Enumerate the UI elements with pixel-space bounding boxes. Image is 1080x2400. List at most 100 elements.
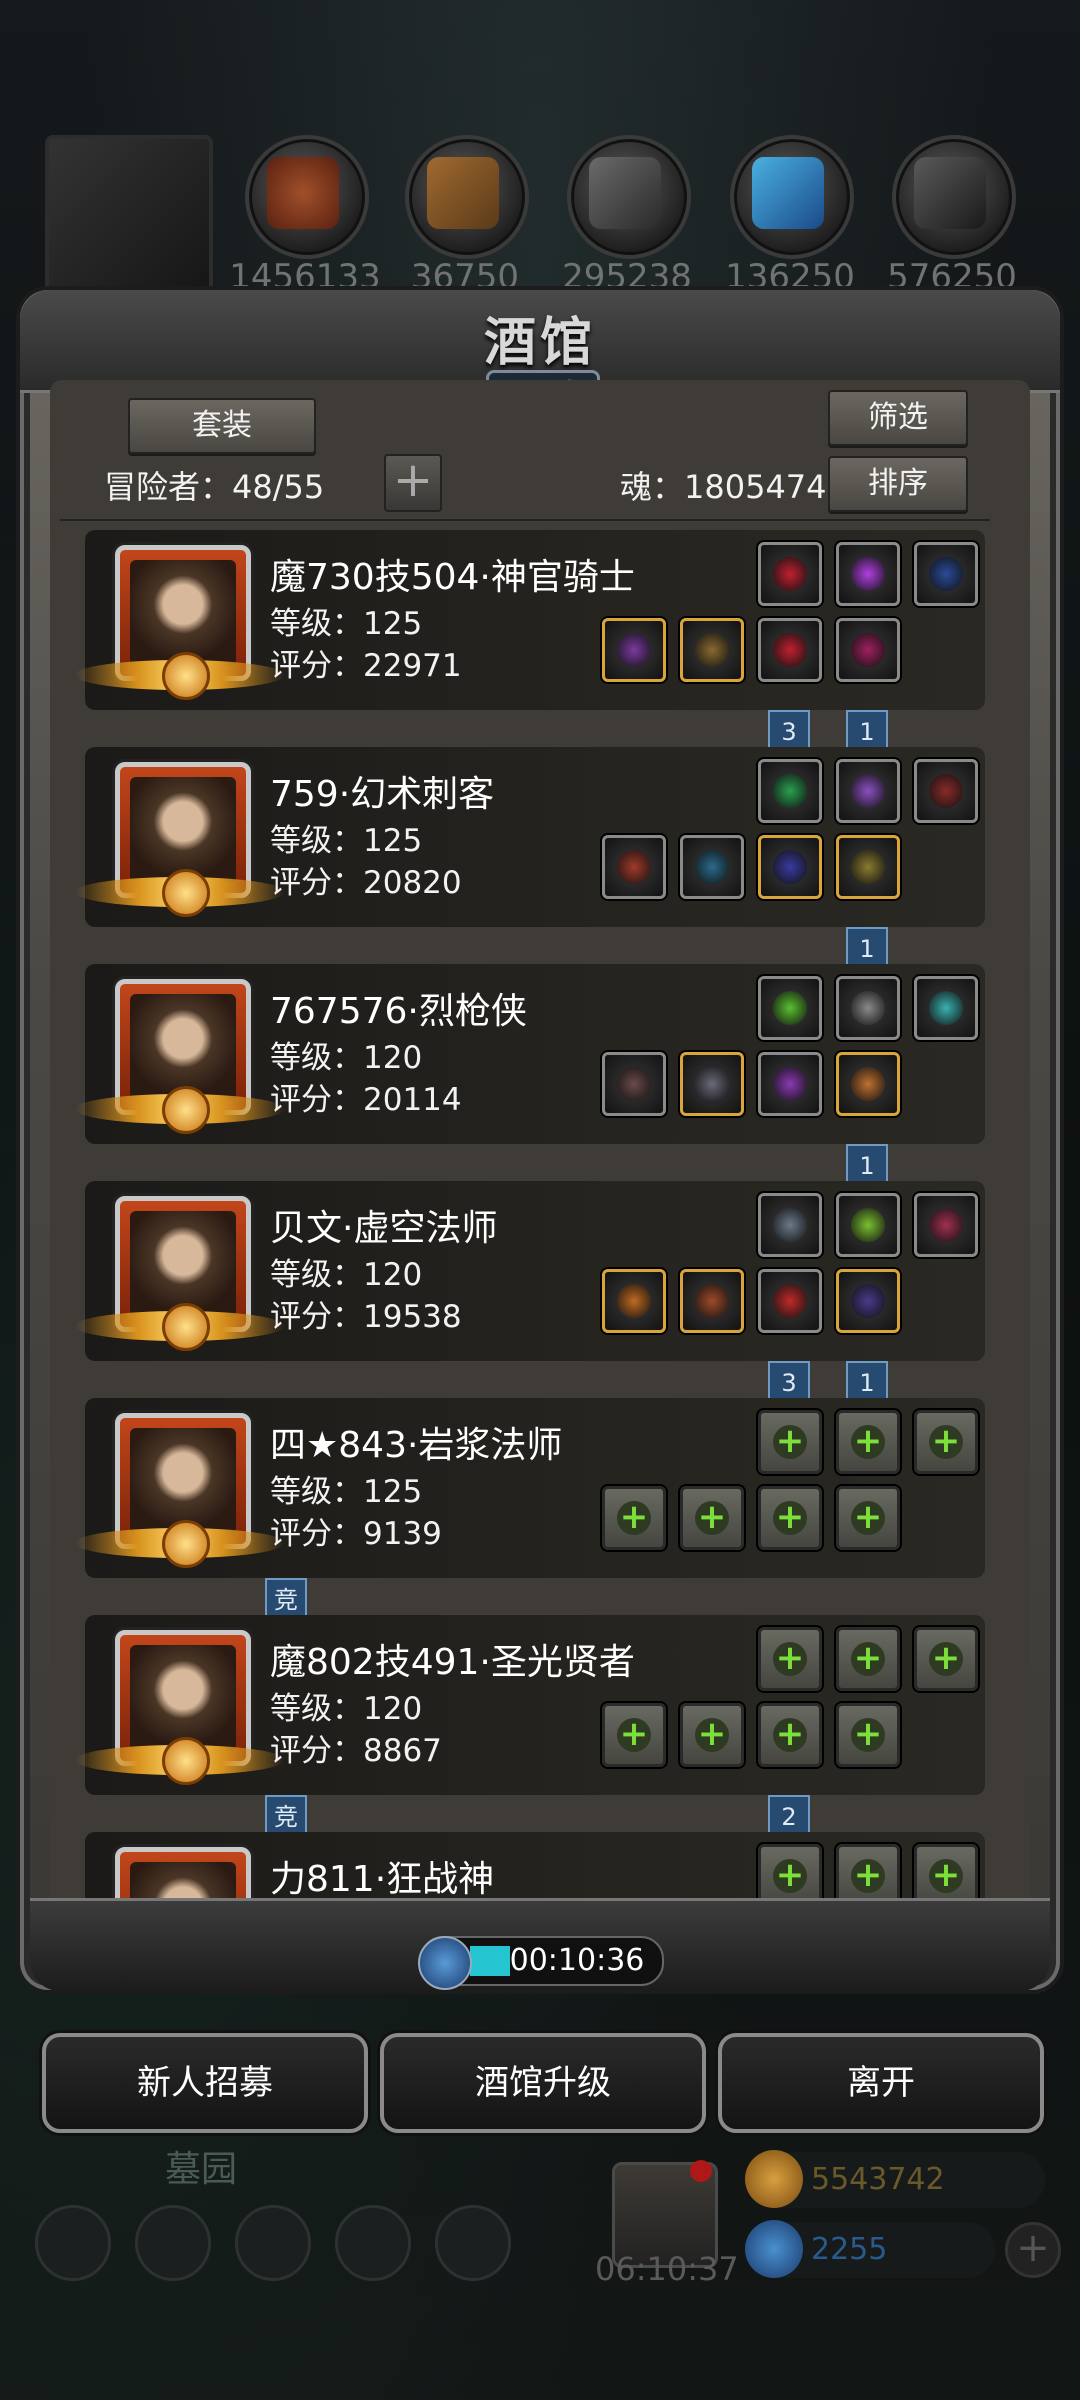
empty-equip-slot[interactable]: + (680, 1703, 744, 1767)
empty-equip-slot[interactable]: + (914, 1627, 978, 1691)
hero-score: 评分：20820 (270, 865, 462, 901)
add-gems-icon: + (1005, 2222, 1061, 2278)
notification-dot (690, 2160, 712, 2182)
soul-count: 魂：1805474 (620, 468, 827, 506)
hero-row[interactable]: 759·幻术刺客 等级：125 评分：20820 1 (75, 747, 1000, 977)
empty-equip-slot[interactable]: + (836, 1627, 900, 1691)
filter-button[interactable]: 筛选 (828, 390, 968, 446)
sort-button[interactable]: 排序 (828, 456, 968, 512)
equipment-icon (773, 774, 807, 808)
resource-meat[interactable]: 1456133 (229, 135, 381, 297)
equipment-slot[interactable] (758, 1052, 822, 1116)
add-equip-icon: + (773, 1424, 807, 1459)
equipment-icon (695, 1067, 729, 1101)
hero-list[interactable]: 魔730技504·神官骑士 等级：125 评分：22971 3 1 759·幻术刺客 等级：… (60, 530, 1000, 1910)
empty-equip-slot[interactable]: + (602, 1486, 666, 1550)
rank-emblem-icon (162, 1086, 210, 1134)
upgrade-tavern-button[interactable]: 酒馆升级 (380, 2033, 706, 2133)
hero-level: 等级：120 (270, 1691, 423, 1727)
equipment-slot[interactable] (602, 618, 666, 682)
adventurer-count: 冒险者：48/55 (104, 468, 325, 506)
equipment-slot[interactable] (836, 976, 900, 1040)
resource-iron[interactable]: 576250 (887, 135, 1017, 297)
resource-stone[interactable]: 295238 (562, 135, 692, 297)
hero-row[interactable]: 767576·烈枪侠 等级：120 评分：20114 1 (75, 964, 1000, 1194)
empty-equip-slot[interactable]: + (758, 1627, 822, 1691)
equipment-slot[interactable] (758, 1269, 822, 1333)
empty-equip-slot[interactable]: + (758, 1703, 822, 1767)
hero-name: 魔730技504·神官骑士 (270, 557, 635, 598)
resource-crystal[interactable]: 136250 (725, 135, 855, 297)
equipment-slot[interactable] (836, 1052, 900, 1116)
equipment-slot[interactable] (758, 618, 822, 682)
refresh-timer: 00:10:36 (418, 1936, 664, 1990)
equipment-slot[interactable] (836, 1193, 900, 1257)
chest-timer: 06:10:37 (595, 2250, 739, 2288)
add-equip-icon: + (851, 1717, 885, 1752)
equipment-icon (929, 1208, 963, 1242)
add-equip-icon: + (773, 1717, 807, 1752)
equipment-slot[interactable] (602, 1052, 666, 1116)
equipment-icon (773, 557, 807, 591)
clock-icon (418, 1936, 472, 1990)
empty-equip-slot[interactable]: + (758, 1410, 822, 1474)
equipment-slot[interactable] (914, 976, 978, 1040)
equipment-slot[interactable] (836, 835, 900, 899)
hero-portrait (130, 1428, 236, 1534)
equipment-slot[interactable] (914, 1193, 978, 1257)
equipment-slot[interactable] (836, 542, 900, 606)
equipment-slot[interactable] (680, 835, 744, 899)
equipment-slot[interactable] (758, 835, 822, 899)
equipment-icon (851, 850, 885, 884)
rank-emblem-icon (162, 1303, 210, 1351)
set-button[interactable]: 套装 (128, 398, 316, 454)
equipment-icon (851, 1284, 885, 1318)
equipment-icon (929, 991, 963, 1025)
equipment-slot[interactable] (602, 835, 666, 899)
hero-score: 评分：9139 (270, 1516, 442, 1552)
equipment-slot[interactable] (758, 976, 822, 1040)
add-equip-icon: + (773, 1858, 807, 1893)
divider (60, 519, 990, 521)
equipment-slot[interactable] (680, 1269, 744, 1333)
equipment-icon (617, 1067, 651, 1101)
equipment-slot[interactable] (914, 759, 978, 823)
equipment-slot[interactable] (758, 1193, 822, 1257)
equipment-slot[interactable] (836, 618, 900, 682)
empty-equip-slot[interactable]: + (602, 1703, 666, 1767)
empty-equip-slot[interactable]: + (836, 1486, 900, 1550)
recruit-button[interactable]: 新人招募 (42, 2033, 368, 2133)
equipment-slot[interactable] (758, 759, 822, 823)
hero-row[interactable]: 贝文·虚空法师 等级：120 评分：19538 3 1 (75, 1181, 1000, 1411)
empty-equip-slot[interactable]: + (680, 1486, 744, 1550)
equipment-slot[interactable] (680, 1052, 744, 1116)
equipment-slot[interactable] (680, 618, 744, 682)
expand-capacity-button[interactable]: + (384, 454, 442, 512)
equipment-icon (851, 633, 885, 667)
gold-coin-icon (745, 2150, 803, 2208)
hero-row[interactable]: 四★843·岩浆法师 等级：125 评分：9139 + + + + + + + 竞 (75, 1398, 1000, 1628)
equipment-slot[interactable] (914, 542, 978, 606)
hero-portrait (130, 994, 236, 1100)
empty-equip-slot[interactable]: + (758, 1486, 822, 1550)
leave-button[interactable]: 离开 (718, 2033, 1044, 2133)
empty-equip-slot[interactable]: + (836, 1410, 900, 1474)
hero-portrait (130, 1645, 236, 1751)
equipment-slot[interactable] (836, 1269, 900, 1333)
hero-portrait (130, 1211, 236, 1317)
resource-wood[interactable]: 36750 (405, 135, 529, 297)
add-equip-icon: + (617, 1500, 651, 1535)
wood-icon (427, 157, 499, 229)
iron-icon (914, 157, 986, 229)
equipment-slot[interactable] (758, 542, 822, 606)
equipment-icon (695, 633, 729, 667)
empty-equip-slot[interactable]: + (836, 1703, 900, 1767)
hero-name: 759·幻术刺客 (270, 774, 495, 815)
equipment-slot[interactable] (836, 759, 900, 823)
add-equip-icon: + (851, 1500, 885, 1535)
hero-row[interactable]: 魔802技491·圣光贤者 等级：120 评分：8867 + + + + + + + 竞 2 (75, 1615, 1000, 1845)
hero-row[interactable]: 魔730技504·神官骑士 等级：125 评分：22971 3 1 (75, 530, 1000, 760)
empty-equip-slot[interactable]: + (914, 1410, 978, 1474)
stone-icon (589, 157, 661, 229)
equipment-slot[interactable] (602, 1269, 666, 1333)
